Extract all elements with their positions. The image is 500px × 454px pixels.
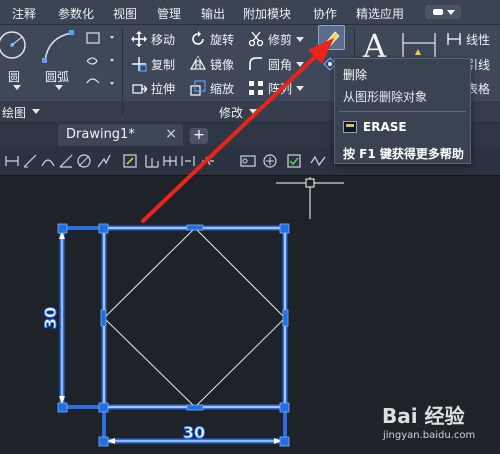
baidu-jingyan-logo: Bai 经验 [382, 404, 465, 428]
baidu-watermark: Bai 经验 jingyan.baidu.com [382, 400, 497, 452]
tooltip-description: 从图形删除对象 [343, 90, 428, 104]
tooltip-command: ERASE [363, 120, 407, 134]
command-icon [343, 121, 357, 133]
tooltip-help: 按 F1 键获得更多帮助 [343, 147, 464, 161]
erase-tooltip: 删除 从图形删除对象 ERASE 按 F1 键获得更多帮助 [334, 58, 471, 164]
tooltip-title: 删除 [343, 68, 368, 82]
watermark-site: jingyan.baidu.com [383, 430, 476, 441]
tooltip-divider [339, 111, 466, 112]
